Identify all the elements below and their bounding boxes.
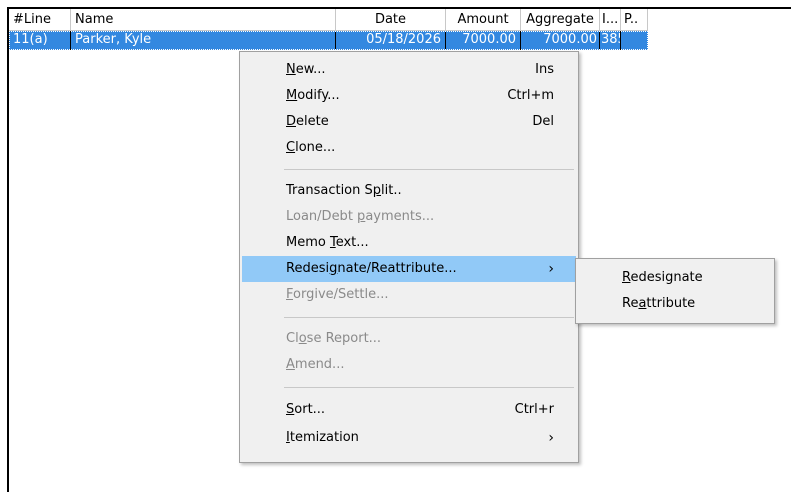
menu-item-amend: Amend... (286, 357, 345, 372)
col-header-i[interactable]: I... (600, 9, 621, 31)
submenu-redesignate-reattribute: Redesignate Reattribute (575, 258, 775, 324)
col-header-date[interactable]: Date (336, 9, 446, 31)
cell-name: Parker, Kyle (71, 31, 336, 50)
cell-aggregate: 7000.00 (521, 31, 600, 50)
submenu-arrow-icon: › (548, 261, 554, 277)
menu-item-new[interactable]: New... Ins (242, 57, 576, 83)
col-header-p[interactable]: P.. (621, 9, 648, 31)
menu-item-redesignate-reattribute[interactable]: Redesignate/Reattribute... › (242, 256, 576, 282)
menu-item-itemization[interactable]: Itemization › (242, 425, 576, 451)
cell-p (621, 31, 648, 50)
menu-item-close-report: Close Report... (286, 331, 382, 346)
table-row[interactable]: 11(a) Parker, Kyle 05/18/2026 7000.00 70… (9, 31, 648, 50)
col-header-name[interactable]: Name (71, 9, 336, 31)
shortcut-label: Ctrl+m (507, 88, 554, 103)
menu-separator (284, 387, 574, 388)
menu-item-loan-debt-payments: Loan/Debt payments... (286, 209, 435, 224)
submenu-arrow-icon: › (548, 430, 554, 446)
col-header-amount[interactable]: Amount (446, 9, 521, 31)
menu-item-memo-text[interactable]: Memo Text... (242, 230, 576, 256)
cell-line: 11(a) (9, 31, 71, 50)
shortcut-label: Ctrl+r (514, 402, 554, 417)
shortcut-label: Ins (535, 62, 554, 77)
cell-date: 05/18/2026 (336, 31, 446, 50)
grid-header: #Line Name Date Amount Aggregate I... P.… (9, 9, 648, 31)
menu-item-forgive-settle: Forgive/Settle... (286, 287, 389, 302)
menu-separator (284, 169, 574, 170)
menu-item-modify[interactable]: Modify... Ctrl+m (242, 83, 576, 109)
shortcut-label: Del (532, 114, 554, 129)
menu-separator (284, 317, 574, 318)
cell-amount: 7000.00 (446, 31, 521, 50)
context-menu: New... Ins Modify... Ctrl+m Delete Del C… (239, 51, 579, 463)
menu-item-clone[interactable]: Clone... (242, 135, 576, 161)
col-header-line[interactable]: #Line (9, 9, 71, 31)
menu-item-sort[interactable]: Sort... Ctrl+r (242, 397, 576, 423)
col-header-aggregate[interactable]: Aggregate (521, 9, 600, 31)
menu-item-delete[interactable]: Delete Del (242, 109, 576, 135)
menu-item-transaction-split[interactable]: Transaction Split.. (242, 178, 576, 204)
cell-i: 385 (600, 31, 621, 50)
submenu-item-reattribute[interactable]: Reattribute (578, 291, 772, 317)
submenu-item-redesignate[interactable]: Redesignate (578, 265, 772, 291)
